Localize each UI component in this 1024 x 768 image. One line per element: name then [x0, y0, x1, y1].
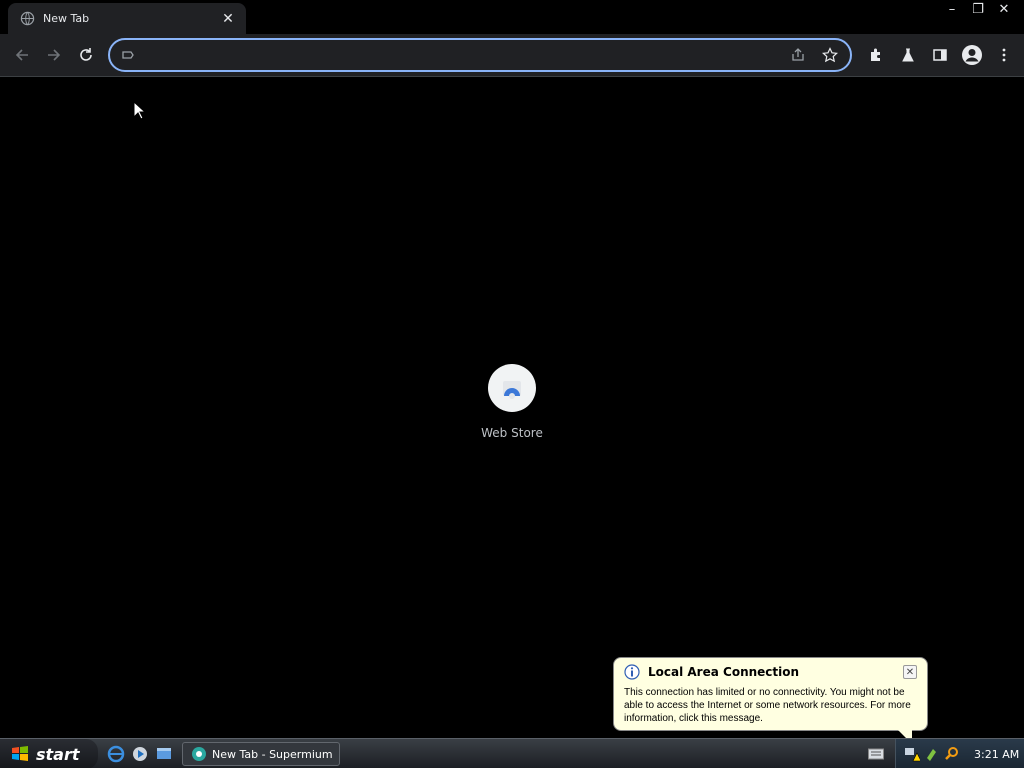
- show-desktop-icon[interactable]: [154, 744, 174, 764]
- keyboard-icon[interactable]: [868, 748, 884, 760]
- address-bar[interactable]: [108, 38, 852, 72]
- balloon-title: Local Area Connection: [648, 665, 800, 679]
- shortcut-tile: [488, 364, 536, 412]
- shortcut-label: Web Store: [481, 426, 543, 440]
- side-panel-button[interactable]: [924, 39, 956, 71]
- reload-icon: [80, 48, 92, 61]
- web-store-icon: [503, 381, 521, 399]
- internet-explorer-icon[interactable]: [106, 744, 126, 764]
- extensions-icon: [871, 48, 880, 61]
- share-icon: [792, 48, 804, 61]
- balloon-close-button[interactable]: ✕: [903, 665, 917, 679]
- tab-strip: New Tab ✕ – ❐ ✕: [0, 0, 1024, 34]
- close-window-button[interactable]: ✕: [992, 0, 1016, 18]
- forward-button[interactable]: [38, 39, 70, 71]
- clock[interactable]: 3:21 AM: [974, 748, 1019, 761]
- system-tray: 3:21 AM: [895, 739, 1024, 768]
- forward-icon: [48, 49, 61, 61]
- globe-icon: [20, 11, 35, 26]
- labs-icon: [902, 48, 914, 62]
- mouse-cursor-icon: [133, 101, 147, 120]
- notification-balloon[interactable]: Local Area Connection ✕ This connection …: [613, 657, 928, 731]
- taskbar: start New Tab - Supermium 3:21 AM: [0, 738, 1024, 768]
- address-input[interactable]: [148, 47, 776, 63]
- site-info-icon: [122, 51, 134, 59]
- quick-launch: [106, 744, 174, 764]
- tab-new-tab[interactable]: New Tab ✕: [8, 3, 246, 34]
- menu-icon: [1002, 48, 1006, 62]
- labs-button[interactable]: [892, 39, 924, 71]
- side-panel-icon: [933, 49, 947, 61]
- network-warning-icon[interactable]: [904, 746, 920, 762]
- profile-icon: [962, 45, 982, 65]
- star-icon: [822, 47, 838, 63]
- reload-button[interactable]: [70, 39, 102, 71]
- profile-button[interactable]: [956, 39, 988, 71]
- restore-button[interactable]: ❐: [966, 0, 990, 18]
- taskbar-window-button[interactable]: New Tab - Supermium: [182, 742, 340, 766]
- tab-close-icon[interactable]: ✕: [220, 11, 236, 27]
- search-icon[interactable]: [944, 746, 960, 762]
- minimize-button[interactable]: –: [940, 0, 964, 18]
- back-button[interactable]: [6, 39, 38, 71]
- supermium-icon: [192, 747, 206, 761]
- tab-title: New Tab: [43, 12, 90, 25]
- safely-remove-icon[interactable]: [924, 746, 940, 762]
- taskbar-window-label: New Tab - Supermium: [212, 747, 333, 761]
- back-icon: [15, 49, 28, 61]
- balloon-message[interactable]: This connection has limited or no connec…: [624, 686, 917, 725]
- toolbar-right-icons: [860, 39, 1020, 71]
- desktop-screen: New Tab ✕ – ❐ ✕ Web Store Local Area Con…: [0, 0, 1024, 768]
- start-button[interactable]: start: [0, 739, 98, 768]
- start-label: start: [36, 744, 80, 764]
- windows-flag-icon: [12, 746, 28, 761]
- new-tab-page: Web Store: [0, 77, 1024, 738]
- info-icon: [624, 664, 640, 680]
- extensions-button[interactable]: [860, 39, 892, 71]
- media-player-icon[interactable]: [130, 744, 150, 764]
- browser-toolbar: [0, 34, 1024, 77]
- bookmark-button[interactable]: [820, 45, 840, 65]
- window-controls: – ❐ ✕: [940, 0, 1016, 18]
- shortcut-web-store[interactable]: Web Store: [472, 364, 552, 440]
- menu-button[interactable]: [988, 39, 1020, 71]
- share-button[interactable]: [788, 45, 808, 65]
